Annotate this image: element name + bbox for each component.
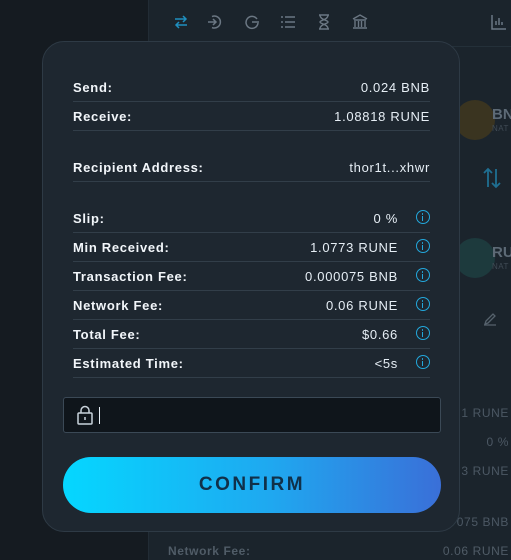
- bg-network-fee-value: 0.06 RUNE: [442, 544, 509, 558]
- info-icon[interactable]: [416, 239, 430, 253]
- bg-network-fee-label: Network Fee:: [168, 544, 251, 558]
- min-received-row: Min Received: 1.0773 RUNE: [73, 233, 430, 262]
- swap-direction-icon[interactable]: [482, 165, 502, 191]
- bank-icon[interactable]: [351, 13, 369, 31]
- bg-asset-label-2: RU: [492, 244, 511, 261]
- edit-icon[interactable]: [483, 312, 497, 326]
- info-icon[interactable]: [416, 297, 430, 311]
- transaction-fee-label: Transaction Fee:: [73, 268, 188, 284]
- network-fee-value: 0.06 RUNE: [325, 297, 398, 313]
- estimated-time-row: Estimated Time: <5s: [73, 349, 430, 378]
- info-icon[interactable]: [416, 268, 430, 282]
- bnb-asset-icon: [455, 100, 495, 140]
- send-row: Send: 0.024 BNB: [73, 73, 430, 102]
- receive-label: Receive:: [73, 108, 133, 124]
- bg-value-4: 075 BNB: [456, 515, 509, 529]
- rune-asset-icon: [455, 238, 495, 278]
- receive-row: Receive: 1.08818 RUNE: [73, 102, 430, 131]
- estimated-time-value: <5s: [374, 355, 398, 371]
- bg-value-3: 3 RUNE: [461, 464, 509, 478]
- send-label: Send:: [73, 79, 113, 95]
- recipient-row: Recipient Address: thor1t...xhwr: [73, 153, 430, 182]
- withdraw-icon[interactable]: [243, 13, 261, 31]
- info-icon[interactable]: [416, 210, 430, 224]
- bg-asset-sub-2: NAT: [492, 262, 509, 271]
- send-value: 0.024 BNB: [360, 79, 430, 95]
- bg-asset-label-1: BN: [492, 106, 511, 123]
- confirm-swap-modal: Send: 0.024 BNB Receive: 1.08818 RUNE Re…: [42, 41, 460, 532]
- transaction-fee-value: 0.000075 BNB: [305, 268, 398, 284]
- hourglass-icon[interactable]: [315, 13, 333, 31]
- transaction-fee-row: Transaction Fee: 0.000075 BNB: [73, 262, 430, 291]
- info-icon[interactable]: [416, 326, 430, 340]
- estimated-time-label: Estimated Time:: [73, 355, 184, 371]
- lock-icon: [77, 405, 93, 425]
- password-input[interactable]: [63, 397, 441, 433]
- min-received-value: 1.0773 RUNE: [310, 239, 398, 255]
- add-liquidity-icon[interactable]: [206, 13, 224, 31]
- background-toolbar: [148, 0, 511, 47]
- bg-value-1: 1 RUNE: [461, 406, 509, 420]
- info-icon[interactable]: [416, 355, 430, 369]
- bg-asset-sub-1: NAT: [492, 124, 509, 133]
- slip-row: Slip: 0 %: [73, 204, 430, 233]
- slip-value: 0 %: [373, 210, 398, 226]
- bg-value-2: 0 %: [486, 435, 509, 449]
- recipient-label: Recipient Address:: [73, 159, 204, 175]
- chart-icon[interactable]: [490, 13, 508, 31]
- confirm-button[interactable]: CONFIRM: [63, 457, 441, 513]
- min-received-label: Min Received:: [73, 239, 170, 255]
- text-caret: [99, 407, 100, 424]
- total-fee-value: $0.66: [361, 326, 398, 342]
- recipient-value: thor1t...xhwr: [349, 159, 430, 175]
- receive-value: 1.08818 RUNE: [334, 108, 430, 124]
- total-fee-label: Total Fee:: [73, 326, 141, 342]
- network-fee-label: Network Fee:: [73, 297, 164, 313]
- list-icon[interactable]: [279, 13, 297, 31]
- total-fee-row: Total Fee: $0.66: [73, 320, 430, 349]
- network-fee-row: Network Fee: 0.06 RUNE: [73, 291, 430, 320]
- swap-icon[interactable]: [172, 13, 190, 31]
- slip-label: Slip:: [73, 210, 105, 226]
